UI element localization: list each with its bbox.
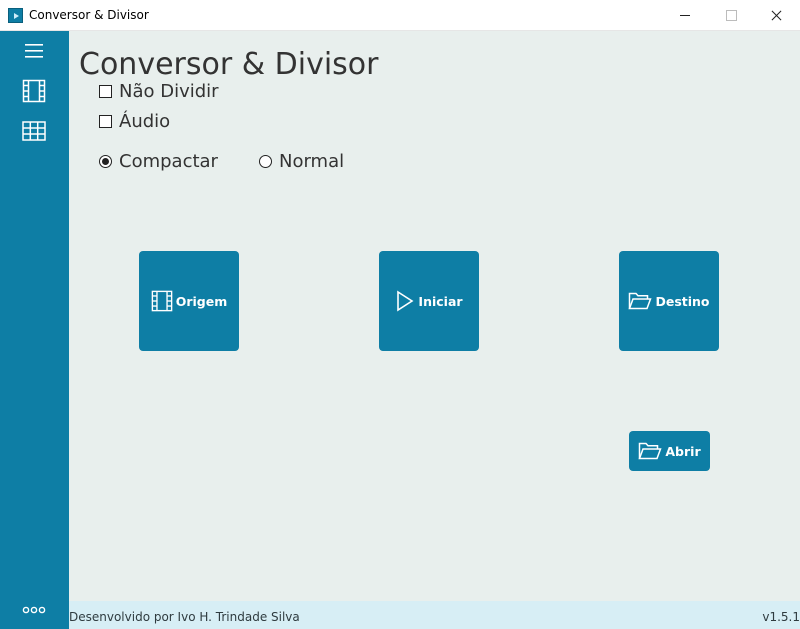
radio-selected[interactable] [99,155,112,168]
film-icon [151,290,173,312]
folder-open-icon [628,292,653,310]
developer-credit: Desenvolvido por Ivo H. Trindade Silva [69,610,300,624]
abrir-button[interactable]: Abrir [629,431,710,471]
version-label: v1.5.1 [762,610,800,624]
iniciar-button[interactable]: Iniciar [379,251,479,351]
main-content: Conversor & Divisor Não Dividir Áudio Co… [69,31,800,601]
normal-label: Normal [279,151,345,172]
checkbox-box[interactable] [99,115,112,128]
normal-radio[interactable]: Normal [259,151,344,172]
audio-label: Áudio [119,111,171,132]
compactar-radio[interactable]: Compactar [99,151,218,172]
title-bar: Conversor & Divisor [0,0,800,31]
destino-label: Destino [655,293,710,309]
sidebar [0,31,69,629]
close-icon[interactable] [754,0,800,31]
minimize-icon[interactable] [662,0,708,31]
nao-dividir-label: Não Dividir [119,81,219,102]
maximize-icon[interactable] [708,0,754,31]
grid-icon[interactable] [21,118,47,144]
origem-label: Origem [175,293,228,309]
page-title: Conversor & Divisor [79,47,379,82]
nao-dividir-checkbox[interactable]: Não Dividir [99,81,219,102]
radio-unselected[interactable] [259,155,272,168]
folder-open-icon [638,442,662,460]
window-title: Conversor & Divisor [29,8,149,22]
play-icon [397,290,414,312]
abrir-label: Abrir [665,443,701,459]
hamburger-menu-icon[interactable] [21,38,47,64]
audio-checkbox[interactable]: Áudio [99,111,170,132]
film-icon[interactable] [21,78,47,104]
iniciar-label: Iniciar [418,293,463,309]
checkbox-box[interactable] [99,85,112,98]
play-app-icon [8,8,23,23]
more-options-icon[interactable] [21,597,47,623]
status-footer: Desenvolvido por Ivo H. Trindade Silva v… [69,601,800,629]
compactar-label: Compactar [119,151,218,172]
origem-button[interactable]: Origem [139,251,239,351]
destino-button[interactable]: Destino [619,251,719,351]
